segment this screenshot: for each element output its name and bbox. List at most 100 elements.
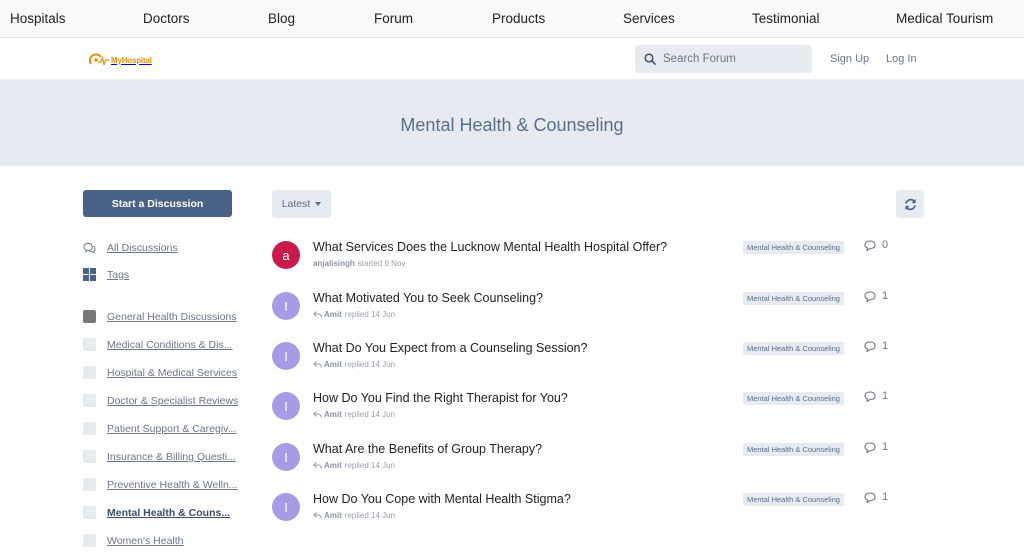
nav-doctors[interactable]: Doctors: [143, 11, 190, 26]
discussion-action: replied 14 Jun: [344, 410, 396, 419]
top-navigation: Hospitals Doctors Blog Forum Products Se…: [0, 0, 1024, 38]
discussion-tag[interactable]: Mental Health & Counseling: [743, 241, 844, 254]
discussion-meta: Amit replied 14 Jun: [313, 461, 395, 470]
start-discussion-button[interactable]: Start a Discussion: [83, 190, 232, 217]
sidebar-tag-label: Doctor & Specialist Reviews: [107, 394, 239, 407]
sidebar-tag-womens-health[interactable]: Women's Health: [83, 534, 184, 547]
tag-color-swatch: [83, 534, 96, 547]
discussion-title[interactable]: How Do You Find the Right Therapist for …: [313, 391, 568, 405]
discussion-meta: anjalisingh started 6 Nov: [313, 259, 405, 268]
discussion-row[interactable]: I What Are the Benefits of Group Therapy…: [272, 441, 912, 486]
nav-forum[interactable]: Forum: [374, 11, 413, 26]
sidebar-tag-label: General Health Discussions: [107, 310, 237, 323]
discussion-title[interactable]: What Are the Benefits of Group Therapy?: [313, 442, 542, 456]
reply-count-value: 1: [882, 340, 889, 352]
avatar[interactable]: a: [272, 241, 300, 269]
tag-color-swatch: [83, 422, 96, 435]
search-box[interactable]: [635, 45, 812, 73]
discussion-row[interactable]: I How Do You Cope with Mental Health Sti…: [272, 491, 912, 536]
nav-products[interactable]: Products: [492, 11, 545, 26]
tag-hero: Mental Health & Counseling: [0, 80, 1024, 166]
avatar[interactable]: I: [272, 292, 300, 320]
reply-count-value: 1: [882, 290, 889, 302]
discussion-action: replied 14 Jun: [344, 461, 396, 470]
nav-services[interactable]: Services: [623, 11, 675, 26]
nav-medical-tourism[interactable]: Medical Tourism: [896, 11, 993, 26]
site-logo[interactable]: MyHospital: [88, 51, 152, 69]
sidebar-tag-label: Mental Health & Couns...: [107, 506, 231, 519]
sidebar-item-tags[interactable]: Tags: [83, 268, 129, 281]
logo-text: MyHospital: [111, 55, 152, 65]
reply-arrow-icon: [313, 462, 322, 469]
search-icon: [644, 53, 656, 65]
reply-arrow-icon: [313, 512, 322, 519]
discussion-title[interactable]: What Services Does the Lucknow Mental He…: [313, 240, 667, 254]
comment-icon: [864, 441, 876, 453]
sidebar-item-all-discussions[interactable]: All Discussions: [83, 241, 178, 254]
caret-down-icon: [315, 202, 322, 206]
nav-hospitals[interactable]: Hospitals: [10, 11, 66, 26]
discussion-user: Amit: [324, 310, 342, 319]
discussion-row[interactable]: a What Services Does the Lucknow Mental …: [272, 239, 912, 284]
discussion-tag[interactable]: Mental Health & Counseling: [743, 493, 844, 506]
discussion-tag[interactable]: Mental Health & Counseling: [743, 342, 844, 355]
sidebar-tag-insurance-billing[interactable]: Insurance & Billing Questi...: [83, 450, 236, 463]
discussion-row[interactable]: I How Do You Find the Right Therapist fo…: [272, 390, 912, 435]
page-title: Mental Health & Counseling: [400, 115, 624, 135]
discussion-title[interactable]: What Do You Expect from a Counseling Ses…: [313, 341, 587, 355]
sidebar-tag-medical-conditions[interactable]: Medical Conditions & Dis...: [83, 338, 232, 351]
discussion-title[interactable]: How Do You Cope with Mental Health Stigm…: [313, 492, 571, 506]
sidebar-tag-doctor-reviews[interactable]: Doctor & Specialist Reviews: [83, 394, 238, 407]
discussion-action: started 6 Nov: [357, 259, 406, 268]
sidebar-tag-patient-support[interactable]: Patient Support & Caregiv...: [83, 422, 236, 435]
discussion-title[interactable]: What Motivated You to Seek Counseling?: [313, 291, 543, 305]
sidebar-tag-label: Hospital & Medical Services: [107, 366, 238, 379]
reply-count: 1: [864, 491, 888, 503]
signup-link[interactable]: Sign Up: [830, 53, 869, 65]
reply-count: 1: [864, 340, 888, 352]
sidebar-tag-general-health[interactable]: General Health Discussions: [83, 310, 237, 323]
comment-icon: [864, 239, 876, 251]
discussion-user: Amit: [324, 461, 342, 470]
reply-count: 1: [864, 290, 888, 302]
sidebar-tag-preventive-health[interactable]: Preventive Health & Welln...: [83, 478, 238, 491]
nav-testimonial[interactable]: Testimonial: [752, 11, 820, 26]
logo-heartbeat-icon: [88, 53, 109, 66]
sidebar-tag-label: Insurance & Billing Questi...: [107, 450, 236, 463]
reply-count-value: 0: [882, 239, 889, 251]
discussion-meta: Amit replied 14 Jun: [313, 410, 395, 419]
discussion-row[interactable]: I What Motivated You to Seek Counseling?…: [272, 290, 912, 335]
discussion-tag[interactable]: Mental Health & Counseling: [743, 443, 844, 456]
sidebar-tag-mental-health[interactable]: Mental Health & Couns...: [83, 506, 230, 519]
reply-count: 0: [864, 239, 888, 251]
discussion-tag[interactable]: Mental Health & Counseling: [743, 392, 844, 405]
reply-count: 1: [864, 441, 888, 453]
comments-icon: [83, 241, 96, 254]
avatar[interactable]: I: [272, 392, 300, 420]
sidebar-tag-label: Medical Conditions & Dis...: [107, 338, 233, 351]
search-input[interactable]: [663, 53, 803, 65]
sidebar-item-label: Tags: [107, 268, 130, 281]
sort-label: Latest: [281, 198, 311, 210]
sidebar-tag-hospital-services[interactable]: Hospital & Medical Services: [83, 366, 237, 379]
discussion-meta: Amit replied 14 Jun: [313, 310, 395, 319]
discussion-tag[interactable]: Mental Health & Counseling: [743, 292, 844, 305]
discussion-row[interactable]: I What Do You Expect from a Counseling S…: [272, 340, 912, 385]
sidebar-tag-label: Preventive Health & Welln...: [107, 478, 238, 491]
sidebar-tag-label: Patient Support & Caregiv...: [107, 422, 237, 435]
discussion-user: anjalisingh: [313, 259, 355, 268]
tag-color-swatch: [83, 478, 96, 491]
tag-color-swatch: [83, 366, 96, 379]
refresh-button[interactable]: [896, 190, 924, 218]
discussion-action: replied 14 Jun: [344, 310, 396, 319]
nav-blog[interactable]: Blog: [268, 11, 295, 26]
avatar[interactable]: I: [272, 443, 300, 471]
sort-dropdown[interactable]: Latest: [272, 190, 331, 218]
tag-color-swatch: [83, 506, 96, 519]
login-link[interactable]: Log In: [886, 53, 917, 65]
avatar[interactable]: I: [272, 342, 300, 370]
tags-grid-icon: [83, 268, 96, 281]
avatar[interactable]: I: [272, 493, 300, 521]
reply-arrow-icon: [313, 411, 322, 418]
discussion-meta: Amit replied 14 Jun: [313, 511, 395, 520]
